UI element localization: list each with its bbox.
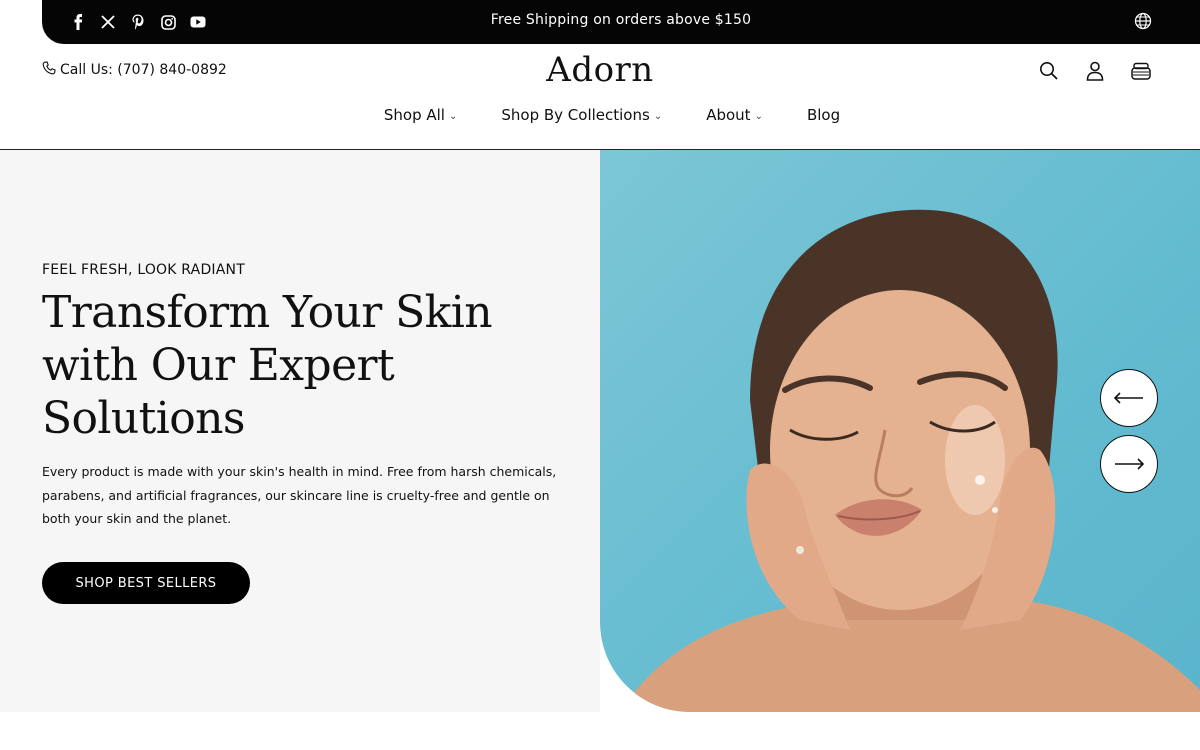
globe-icon[interactable] <box>1134 12 1154 32</box>
account-icon[interactable] <box>1084 60 1106 82</box>
header-actions <box>1038 60 1152 82</box>
announcement-text: Free Shipping on orders above $150 <box>490 12 752 28</box>
nav-item-blog[interactable]: Blog <box>807 106 840 124</box>
slider-prev-button[interactable] <box>1100 369 1158 427</box>
nav-item-shop-by-collections[interactable]: Shop By Collections ⌄ <box>501 106 662 124</box>
cart-icon[interactable] <box>1130 60 1152 82</box>
nav-item-about[interactable]: About ⌄ <box>706 106 763 124</box>
nav-label: Shop By Collections <box>501 106 650 124</box>
nav-label: About <box>706 106 751 124</box>
hero-image <box>600 150 1200 712</box>
nav-item-shop-all[interactable]: Shop All ⌄ <box>384 106 457 124</box>
arrow-left-icon <box>1113 392 1143 404</box>
hero-eyebrow: FEEL FRESH, LOOK RADIANT <box>42 262 245 278</box>
hero-description: Every product is made with your skin's h… <box>42 464 557 526</box>
chevron-down-icon: ⌄ <box>448 111 458 122</box>
hero-headline: Transform Your Skin with Our Expert Solu… <box>42 287 493 444</box>
hero-model-illustration <box>620 209 1200 712</box>
chevron-down-icon: ⌄ <box>754 111 763 122</box>
nav-label: Shop All <box>383 106 445 124</box>
shop-best-sellers-button[interactable]: SHOP BEST SELLERS <box>42 562 250 604</box>
search-icon[interactable] <box>1038 60 1060 82</box>
main-nav: Shop All ⌄ Shop By Collections ⌄ About ⌄… <box>0 106 1200 124</box>
nav-label: Blog <box>806 106 841 124</box>
chevron-down-icon: ⌄ <box>653 111 663 122</box>
slider-next-button[interactable] <box>1100 435 1158 493</box>
arrow-right-icon <box>1115 458 1145 470</box>
site-logo[interactable]: Adorn <box>0 50 1200 90</box>
announcement-bar: Free Shipping on orders above $150 <box>42 0 1200 44</box>
